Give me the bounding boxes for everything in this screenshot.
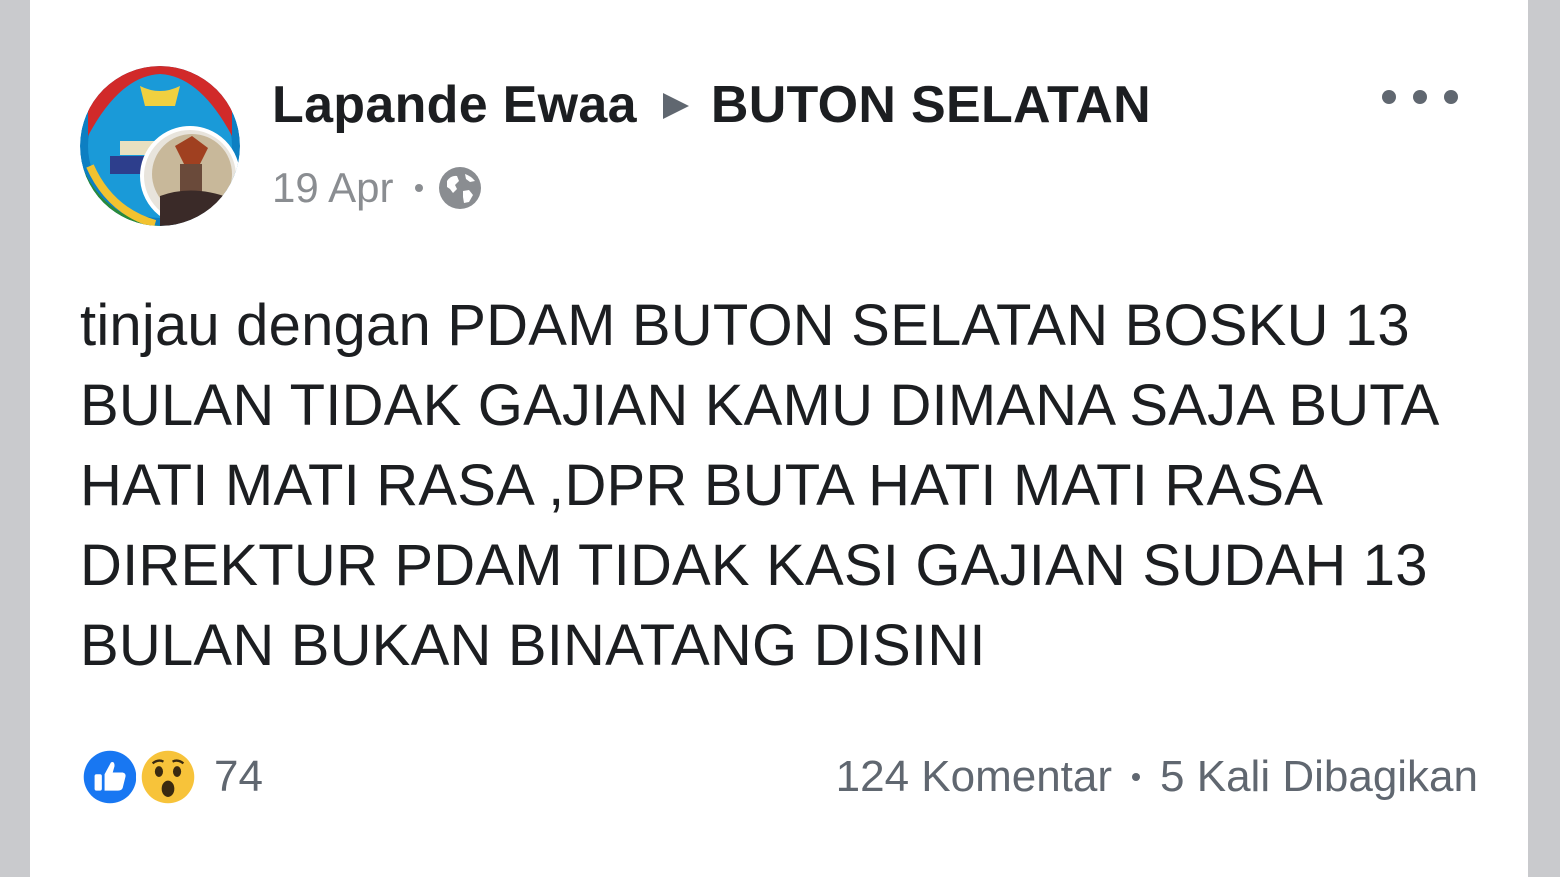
post-meta: 19 Apr <box>272 160 483 216</box>
avatar[interactable] <box>80 66 240 226</box>
separator-dot <box>1132 773 1141 781</box>
wow-icon <box>136 745 200 809</box>
post-header: Lapande Ewaa BUTON SELATAN <box>272 70 1151 140</box>
post-stats: 124 Komentar 5 Kali Dibagikan <box>836 744 1478 810</box>
separator-dot <box>415 184 424 192</box>
shares-count-link[interactable]: 5 Kali Dibagikan <box>1160 752 1478 802</box>
post-body-text: tinjau dengan PDAM BUTON SELATAN BOSKU 1… <box>80 293 1437 678</box>
group-name[interactable]: BUTON SELATAN <box>711 75 1151 135</box>
author-name[interactable]: Lapande Ewaa <box>272 75 637 135</box>
globe-icon <box>439 167 482 209</box>
more-options-button[interactable] <box>1382 82 1458 112</box>
arrow-right-icon <box>662 93 689 119</box>
more-dot-icon <box>1444 90 1458 104</box>
post-card: Lapande Ewaa BUTON SELATAN 19 Apr tinjau… <box>30 0 1528 877</box>
post-timestamp[interactable]: 19 Apr <box>272 164 393 212</box>
reaction-count: 74 <box>214 752 263 801</box>
comments-count-link[interactable]: 124 Komentar <box>836 752 1112 802</box>
like-icon <box>78 745 142 809</box>
reactions-summary[interactable]: 74 <box>78 744 263 810</box>
more-dot-icon <box>1413 90 1427 104</box>
more-dot-icon <box>1382 90 1396 104</box>
